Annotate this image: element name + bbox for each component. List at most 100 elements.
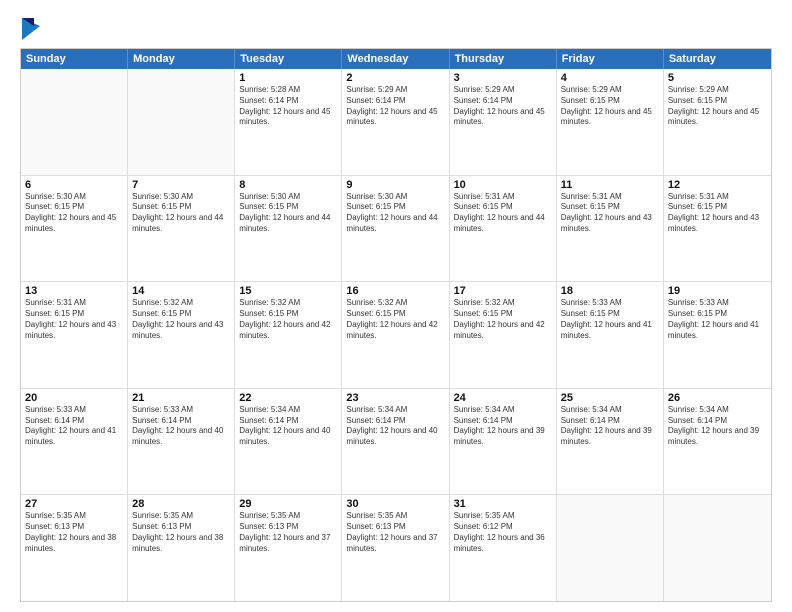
day-number: 6: [25, 179, 123, 191]
cell-info: Sunrise: 5:31 AMSunset: 6:15 PMDaylight:…: [561, 192, 659, 235]
day-number: 3: [454, 72, 552, 84]
day-number: 4: [561, 72, 659, 84]
day-number: 17: [454, 285, 552, 297]
day-number: 31: [454, 498, 552, 510]
calendar-cell: 2Sunrise: 5:29 AMSunset: 6:14 PMDaylight…: [342, 69, 449, 175]
day-number: 16: [346, 285, 444, 297]
day-number: 25: [561, 392, 659, 404]
day-number: 30: [346, 498, 444, 510]
page: SundayMondayTuesdayWednesdayThursdayFrid…: [0, 0, 792, 612]
cell-info: Sunrise: 5:32 AMSunset: 6:15 PMDaylight:…: [346, 298, 444, 341]
calendar-cell: 27Sunrise: 5:35 AMSunset: 6:13 PMDayligh…: [21, 495, 128, 601]
header: [20, 18, 772, 40]
calendar-week-row: 13Sunrise: 5:31 AMSunset: 6:15 PMDayligh…: [21, 282, 771, 389]
calendar-cell: 14Sunrise: 5:32 AMSunset: 6:15 PMDayligh…: [128, 282, 235, 388]
calendar-day-header: Friday: [557, 49, 664, 69]
calendar-cell: 3Sunrise: 5:29 AMSunset: 6:14 PMDaylight…: [450, 69, 557, 175]
calendar-cell: 4Sunrise: 5:29 AMSunset: 6:15 PMDaylight…: [557, 69, 664, 175]
cell-info: Sunrise: 5:30 AMSunset: 6:15 PMDaylight:…: [25, 192, 123, 235]
calendar-cell: 18Sunrise: 5:33 AMSunset: 6:15 PMDayligh…: [557, 282, 664, 388]
day-number: 21: [132, 392, 230, 404]
calendar-cell: 1Sunrise: 5:28 AMSunset: 6:14 PMDaylight…: [235, 69, 342, 175]
day-number: 26: [668, 392, 767, 404]
calendar-cell: 15Sunrise: 5:32 AMSunset: 6:15 PMDayligh…: [235, 282, 342, 388]
day-number: 2: [346, 72, 444, 84]
calendar: SundayMondayTuesdayWednesdayThursdayFrid…: [20, 48, 772, 602]
logo: [20, 18, 44, 40]
calendar-cell: 25Sunrise: 5:34 AMSunset: 6:14 PMDayligh…: [557, 389, 664, 495]
day-number: 20: [25, 392, 123, 404]
day-number: 29: [239, 498, 337, 510]
calendar-day-header: Thursday: [450, 49, 557, 69]
calendar-cell: 12Sunrise: 5:31 AMSunset: 6:15 PMDayligh…: [664, 176, 771, 282]
day-number: 7: [132, 179, 230, 191]
day-number: 1: [239, 72, 337, 84]
cell-info: Sunrise: 5:32 AMSunset: 6:15 PMDaylight:…: [454, 298, 552, 341]
calendar-day-header: Tuesday: [235, 49, 342, 69]
cell-info: Sunrise: 5:35 AMSunset: 6:13 PMDaylight:…: [25, 511, 123, 554]
calendar-cell: 22Sunrise: 5:34 AMSunset: 6:14 PMDayligh…: [235, 389, 342, 495]
cell-info: Sunrise: 5:29 AMSunset: 6:15 PMDaylight:…: [668, 85, 767, 128]
calendar-cell: [21, 69, 128, 175]
calendar-cell: 23Sunrise: 5:34 AMSunset: 6:14 PMDayligh…: [342, 389, 449, 495]
cell-info: Sunrise: 5:35 AMSunset: 6:13 PMDaylight:…: [239, 511, 337, 554]
calendar-cell: [664, 495, 771, 601]
calendar-cell: 31Sunrise: 5:35 AMSunset: 6:12 PMDayligh…: [450, 495, 557, 601]
cell-info: Sunrise: 5:32 AMSunset: 6:15 PMDaylight:…: [239, 298, 337, 341]
calendar-week-row: 1Sunrise: 5:28 AMSunset: 6:14 PMDaylight…: [21, 69, 771, 176]
cell-info: Sunrise: 5:34 AMSunset: 6:14 PMDaylight:…: [239, 405, 337, 448]
calendar-cell: 16Sunrise: 5:32 AMSunset: 6:15 PMDayligh…: [342, 282, 449, 388]
cell-info: Sunrise: 5:31 AMSunset: 6:15 PMDaylight:…: [454, 192, 552, 235]
calendar-day-header: Saturday: [664, 49, 771, 69]
cell-info: Sunrise: 5:33 AMSunset: 6:15 PMDaylight:…: [668, 298, 767, 341]
day-number: 8: [239, 179, 337, 191]
calendar-cell: [557, 495, 664, 601]
calendar-cell: 19Sunrise: 5:33 AMSunset: 6:15 PMDayligh…: [664, 282, 771, 388]
cell-info: Sunrise: 5:35 AMSunset: 6:13 PMDaylight:…: [346, 511, 444, 554]
calendar-week-row: 6Sunrise: 5:30 AMSunset: 6:15 PMDaylight…: [21, 176, 771, 283]
calendar-cell: 11Sunrise: 5:31 AMSunset: 6:15 PMDayligh…: [557, 176, 664, 282]
calendar-cell: 9Sunrise: 5:30 AMSunset: 6:15 PMDaylight…: [342, 176, 449, 282]
day-number: 19: [668, 285, 767, 297]
calendar-cell: 26Sunrise: 5:34 AMSunset: 6:14 PMDayligh…: [664, 389, 771, 495]
cell-info: Sunrise: 5:31 AMSunset: 6:15 PMDaylight:…: [668, 192, 767, 235]
cell-info: Sunrise: 5:30 AMSunset: 6:15 PMDaylight:…: [239, 192, 337, 235]
cell-info: Sunrise: 5:34 AMSunset: 6:14 PMDaylight:…: [668, 405, 767, 448]
calendar-cell: 8Sunrise: 5:30 AMSunset: 6:15 PMDaylight…: [235, 176, 342, 282]
cell-info: Sunrise: 5:33 AMSunset: 6:14 PMDaylight:…: [132, 405, 230, 448]
day-number: 24: [454, 392, 552, 404]
calendar-week-row: 27Sunrise: 5:35 AMSunset: 6:13 PMDayligh…: [21, 495, 771, 601]
logo-icon: [22, 18, 40, 40]
calendar-day-header: Wednesday: [342, 49, 449, 69]
cell-info: Sunrise: 5:34 AMSunset: 6:14 PMDaylight:…: [346, 405, 444, 448]
day-number: 23: [346, 392, 444, 404]
cell-info: Sunrise: 5:33 AMSunset: 6:15 PMDaylight:…: [561, 298, 659, 341]
calendar-header: SundayMondayTuesdayWednesdayThursdayFrid…: [21, 49, 771, 69]
calendar-cell: 24Sunrise: 5:34 AMSunset: 6:14 PMDayligh…: [450, 389, 557, 495]
calendar-cell: 13Sunrise: 5:31 AMSunset: 6:15 PMDayligh…: [21, 282, 128, 388]
day-number: 12: [668, 179, 767, 191]
day-number: 18: [561, 285, 659, 297]
cell-info: Sunrise: 5:34 AMSunset: 6:14 PMDaylight:…: [561, 405, 659, 448]
calendar-cell: 21Sunrise: 5:33 AMSunset: 6:14 PMDayligh…: [128, 389, 235, 495]
day-number: 10: [454, 179, 552, 191]
calendar-cell: 10Sunrise: 5:31 AMSunset: 6:15 PMDayligh…: [450, 176, 557, 282]
calendar-week-row: 20Sunrise: 5:33 AMSunset: 6:14 PMDayligh…: [21, 389, 771, 496]
day-number: 13: [25, 285, 123, 297]
calendar-cell: 17Sunrise: 5:32 AMSunset: 6:15 PMDayligh…: [450, 282, 557, 388]
cell-info: Sunrise: 5:28 AMSunset: 6:14 PMDaylight:…: [239, 85, 337, 128]
day-number: 15: [239, 285, 337, 297]
calendar-cell: [128, 69, 235, 175]
cell-info: Sunrise: 5:30 AMSunset: 6:15 PMDaylight:…: [346, 192, 444, 235]
calendar-day-header: Sunday: [21, 49, 128, 69]
day-number: 14: [132, 285, 230, 297]
calendar-cell: 6Sunrise: 5:30 AMSunset: 6:15 PMDaylight…: [21, 176, 128, 282]
cell-info: Sunrise: 5:35 AMSunset: 6:13 PMDaylight:…: [132, 511, 230, 554]
calendar-cell: 7Sunrise: 5:30 AMSunset: 6:15 PMDaylight…: [128, 176, 235, 282]
day-number: 5: [668, 72, 767, 84]
cell-info: Sunrise: 5:33 AMSunset: 6:14 PMDaylight:…: [25, 405, 123, 448]
day-number: 11: [561, 179, 659, 191]
calendar-cell: 20Sunrise: 5:33 AMSunset: 6:14 PMDayligh…: [21, 389, 128, 495]
cell-info: Sunrise: 5:30 AMSunset: 6:15 PMDaylight:…: [132, 192, 230, 235]
day-number: 27: [25, 498, 123, 510]
